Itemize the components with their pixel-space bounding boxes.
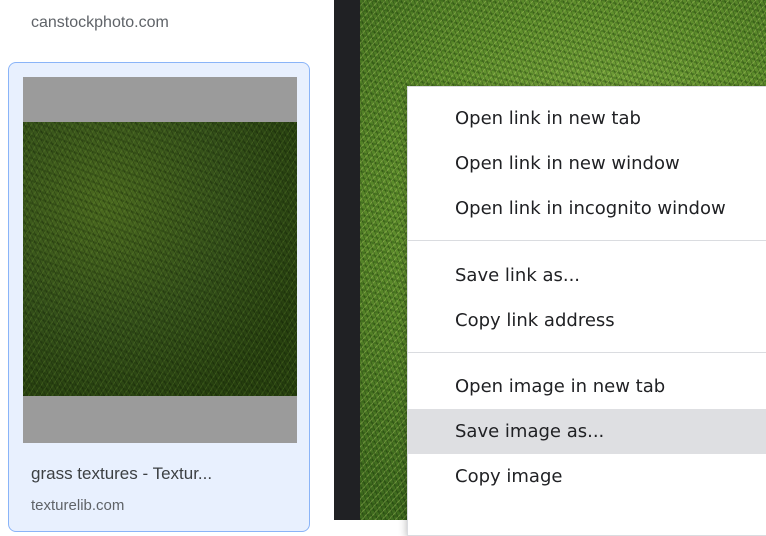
menu-item-save-image-as[interactable]: Save image as... [408, 409, 766, 454]
result-source-domain[interactable]: texturelib.com [31, 497, 124, 514]
grass-thumbnail-image[interactable] [23, 122, 297, 396]
menu-item-open-image-new-tab[interactable]: Open image in new tab [408, 364, 766, 409]
result-source-text[interactable]: canstockphoto.com [31, 14, 169, 32]
menu-item-open-link-new-window[interactable]: Open link in new window [408, 141, 766, 186]
context-menu: Open link in new tab Open link in new wi… [407, 86, 766, 536]
result-thumbnail[interactable] [23, 77, 297, 443]
menu-item-copy-link-address[interactable]: Copy link address [408, 298, 766, 343]
menu-separator [408, 240, 766, 241]
search-results-column: canstockphoto.com grass textures - Textu… [0, 0, 334, 532]
menu-item-open-link-new-tab[interactable]: Open link in new tab [408, 96, 766, 141]
panel-divider [334, 0, 360, 520]
menu-item-open-link-incognito[interactable]: Open link in incognito window [408, 186, 766, 231]
menu-item-save-link-as[interactable]: Save link as... [408, 253, 766, 298]
menu-item-copy-image[interactable]: Copy image [408, 454, 766, 499]
result-title[interactable]: grass textures - Textur... [31, 464, 212, 484]
menu-separator [408, 352, 766, 353]
